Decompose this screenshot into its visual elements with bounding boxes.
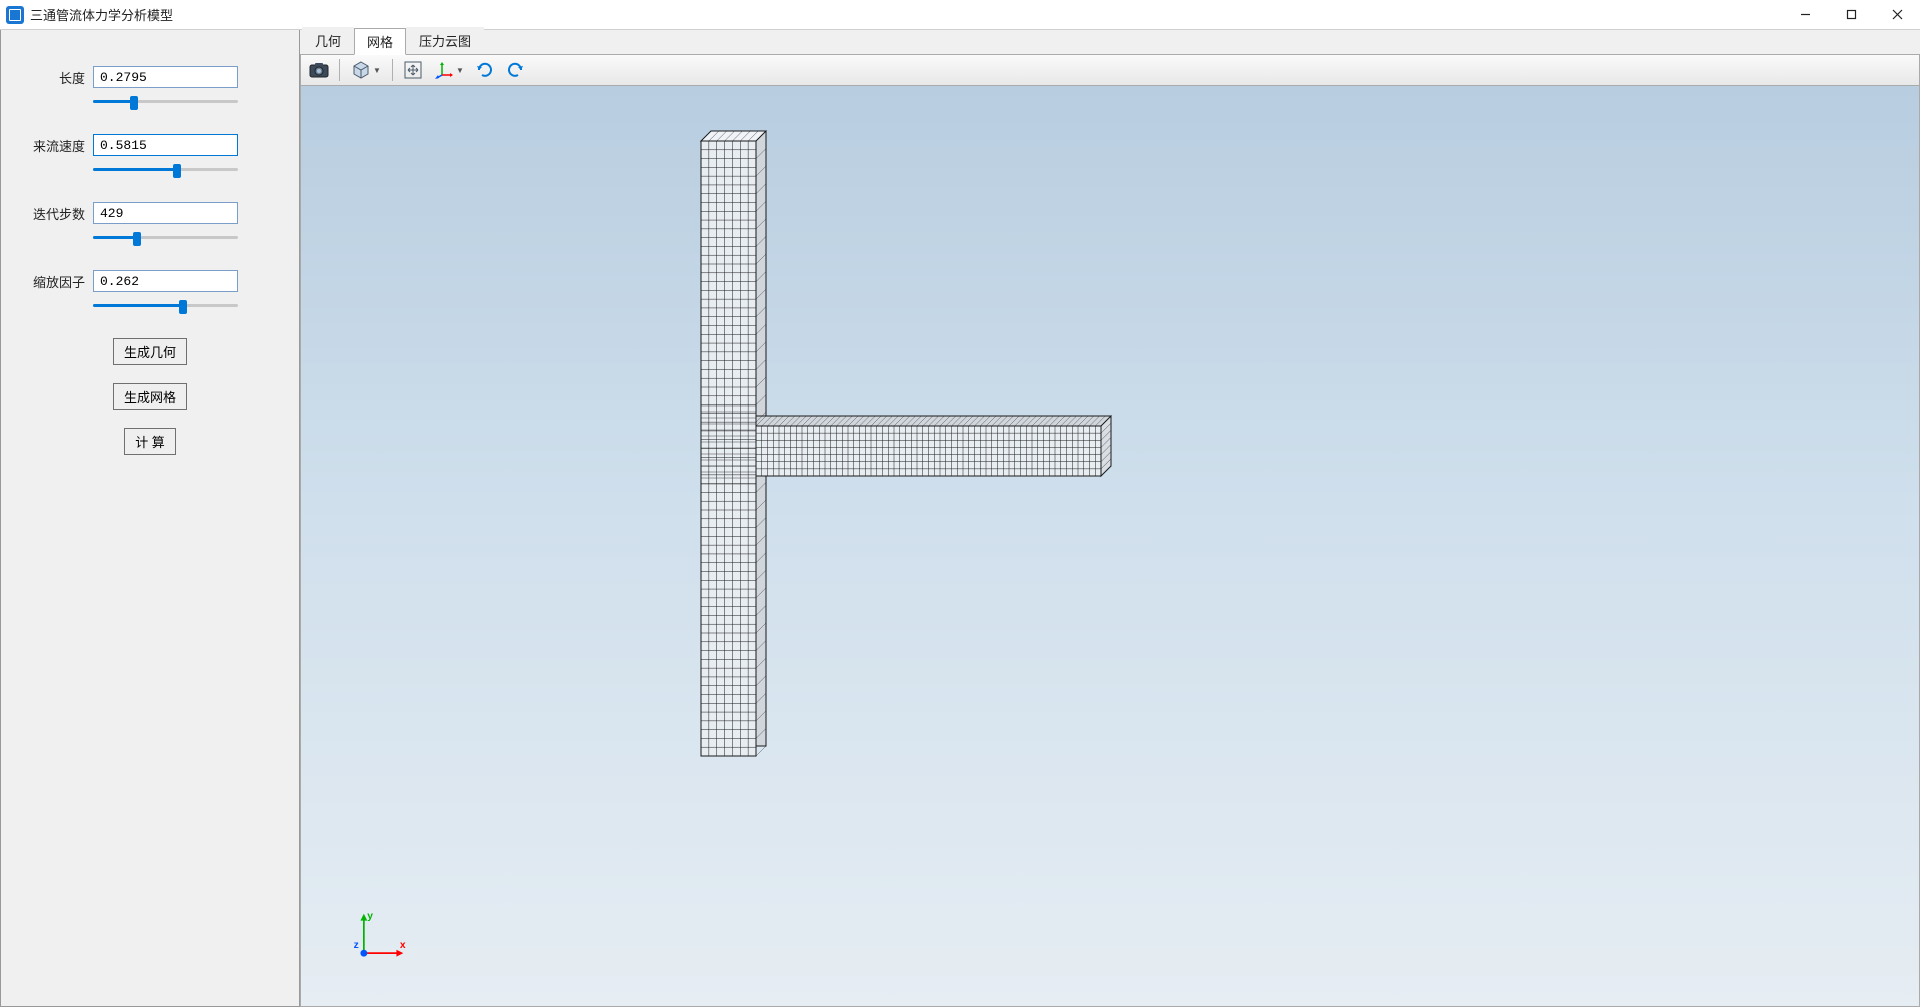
screenshot-button[interactable]: [305, 57, 333, 83]
viewport-toolbar: ▼ ▼: [300, 54, 1920, 86]
param-row-scale: 缩放因子: [21, 270, 279, 292]
camera-icon: [309, 62, 329, 78]
close-icon: [1892, 9, 1903, 20]
chevron-down-icon: ▼: [456, 66, 464, 75]
axis-indicator: y x z: [351, 906, 411, 966]
generate-mesh-button[interactable]: 生成网格: [113, 383, 187, 410]
maximize-icon: [1846, 9, 1857, 20]
main-content: 长度 来流速度 迭代步数 缩放因子: [0, 30, 1920, 1007]
action-buttons: 生成几何 生成网格 计 算: [21, 338, 279, 455]
tab-pressure[interactable]: 压力云图: [406, 27, 484, 54]
scale-input[interactable]: [93, 270, 238, 292]
param-row-length: 长度: [21, 66, 279, 88]
toolbar-separator: [392, 59, 393, 81]
compute-button[interactable]: 计 算: [124, 428, 176, 455]
iterations-input[interactable]: [93, 202, 238, 224]
tab-bar: 几何 网格 压力云图: [300, 30, 1920, 54]
app-icon: [6, 6, 24, 24]
toolbar-separator: [339, 59, 340, 81]
right-panel: 几何 网格 压力云图 ▼: [300, 30, 1920, 1007]
cube-icon: [351, 60, 371, 80]
move-icon: [404, 61, 422, 79]
maximize-button[interactable]: [1828, 0, 1874, 30]
rotate-cw-button[interactable]: [501, 57, 529, 83]
minimize-button[interactable]: [1782, 0, 1828, 30]
rotate-ccw-button[interactable]: [471, 57, 499, 83]
window-controls: [1782, 0, 1920, 30]
length-slider[interactable]: [93, 92, 238, 110]
velocity-input[interactable]: [93, 134, 238, 156]
chevron-down-icon: ▼: [373, 66, 381, 75]
sidebar-panel: 长度 来流速度 迭代步数 缩放因子: [0, 30, 300, 1007]
iterations-slider[interactable]: [93, 228, 238, 246]
generate-geometry-button[interactable]: 生成几何: [113, 338, 187, 365]
mesh-model: [301, 86, 1920, 1006]
param-label: 缩放因子: [21, 272, 85, 291]
tab-mesh[interactable]: 网格: [354, 28, 406, 55]
axes-rotate-icon: [434, 61, 454, 79]
velocity-slider[interactable]: [93, 160, 238, 178]
scale-slider[interactable]: [93, 296, 238, 314]
axis-y-label: y: [367, 911, 373, 922]
app-title: 三通管流体力学分析模型: [30, 5, 1782, 24]
param-row-velocity: 来流速度: [21, 134, 279, 156]
pan-button[interactable]: [399, 57, 427, 83]
param-label: 来流速度: [21, 136, 85, 155]
title-bar: 三通管流体力学分析模型: [0, 0, 1920, 30]
mesh-viewport[interactable]: y x z: [300, 86, 1920, 1007]
rotate-axes-button[interactable]: ▼: [429, 57, 469, 83]
rotate-ccw-icon: [476, 61, 494, 79]
length-input[interactable]: [93, 66, 238, 88]
axis-x-label: x: [400, 940, 406, 951]
param-label: 迭代步数: [21, 204, 85, 223]
tab-geometry[interactable]: 几何: [302, 27, 354, 54]
param-label: 长度: [21, 68, 85, 87]
view-cube-button[interactable]: ▼: [346, 57, 386, 83]
close-button[interactable]: [1874, 0, 1920, 30]
axis-z-label: z: [354, 940, 359, 951]
rotate-cw-icon: [506, 61, 524, 79]
minimize-icon: [1800, 9, 1811, 20]
param-row-iterations: 迭代步数: [21, 202, 279, 224]
